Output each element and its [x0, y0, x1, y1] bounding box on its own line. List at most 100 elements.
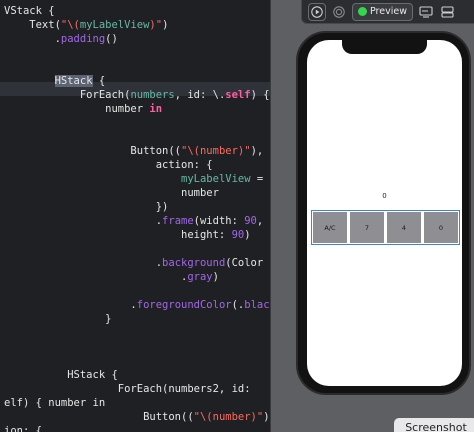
code-token: ) — [212, 271, 219, 283]
code-token: )" — [149, 19, 163, 31]
code-line[interactable]: .frame(width: 90, — [4, 214, 264, 228]
target-icon — [333, 5, 345, 18]
live-preview-button[interactable] — [308, 2, 326, 21]
device-notch — [342, 40, 427, 54]
code-token: () — [105, 33, 118, 45]
iphone-frame: 0 A/C 7 4 0 — [296, 31, 471, 395]
code-token: Text( — [4, 19, 61, 31]
code-line[interactable]: ForEach(numbers2, id: — [4, 382, 251, 396]
code-token: ) { — [250, 89, 270, 101]
code-token: Button(( — [4, 411, 194, 423]
code-token: . — [4, 271, 188, 283]
code-token: "\(number)" — [193, 411, 264, 423]
code-token: (Color — [225, 257, 264, 269]
code-token: background — [162, 257, 226, 269]
code-line[interactable]: elf) { number in — [4, 396, 105, 410]
code-line[interactable]: Button(("\(number)"), — [4, 144, 263, 158]
code-token: elf) { number in — [4, 397, 106, 409]
code-line[interactable]: .background(Color — [4, 256, 264, 270]
code-token: Button(( — [4, 145, 182, 157]
code-line[interactable]: HStack { — [4, 74, 105, 88]
duplicate-icon — [441, 5, 455, 18]
code-token: myLabelView — [181, 173, 251, 185]
code-line[interactable]: myLabelView = — [4, 172, 263, 186]
play-icon — [311, 5, 323, 18]
code-token: padding — [60, 33, 106, 45]
code-token: VStack { — [4, 5, 55, 17]
code-line[interactable]: .padding() — [4, 32, 118, 46]
code-token: gray — [187, 271, 213, 283]
display-settings-icon — [419, 5, 433, 18]
code-token: { — [92, 75, 106, 87]
number-button-4[interactable]: 4 — [387, 212, 421, 243]
code-line[interactable]: height: 90) — [4, 228, 251, 242]
code-token: HStack { — [4, 369, 118, 381]
code-token: numbers — [130, 89, 175, 101]
code-token: . — [4, 33, 61, 45]
code-token: 90 — [244, 215, 257, 227]
code-token: frame — [162, 215, 194, 227]
code-line[interactable]: number in — [4, 102, 162, 116]
code-line[interactable]: .gray) — [4, 270, 219, 284]
code-token: action: { — [4, 159, 213, 171]
preview-toolbar: Preview — [301, 0, 474, 24]
code-editor[interactable]: VStack { Text("\(myLabelView)") .padding… — [0, 0, 270, 432]
number-button-0[interactable]: 0 — [424, 212, 458, 243]
code-token: H — [54, 75, 61, 87]
preview-toggle-label: Preview — [370, 6, 407, 17]
code-line[interactable]: VStack { — [4, 4, 55, 18]
code-token: height: — [4, 229, 232, 241]
code-line[interactable]: number — [4, 186, 219, 200]
device-settings-button[interactable] — [417, 3, 435, 21]
code-line[interactable]: ForEach(numbers, id: \.self) { — [4, 88, 270, 102]
code-line[interactable]: action: { — [4, 158, 213, 172]
code-line[interactable]: HStack { — [4, 368, 118, 382]
code-line[interactable]: ion: { — [4, 424, 42, 432]
code-token: "\( — [60, 19, 80, 31]
code-line[interactable]: } — [4, 312, 111, 326]
my-label-view: 0 — [382, 192, 387, 200]
code-line[interactable]: }) — [4, 200, 169, 214]
code-token: . — [4, 215, 163, 227]
code-token: , — [256, 215, 264, 227]
code-token: ) — [162, 19, 169, 31]
code-token: in — [149, 103, 163, 115]
code-token: }) — [4, 201, 169, 213]
hstack-selection[interactable]: A/C 7 4 0 — [311, 210, 460, 245]
code-line[interactable]: Button(("\(number)"), — [4, 410, 270, 424]
number-button-7[interactable]: 7 — [350, 212, 384, 243]
selectable-mode-button[interactable] — [330, 3, 348, 21]
code-token: number — [4, 187, 219, 199]
code-token: . — [4, 299, 137, 311]
code-token: ion: { — [4, 425, 42, 432]
code-token: ), — [250, 145, 264, 157]
code-line[interactable]: .foregroundColor(.black) — [4, 298, 270, 312]
code-token: number — [4, 103, 150, 115]
screenshot-button[interactable]: Screenshot — [394, 418, 474, 432]
code-token: ForEach(numbers2, id: — [4, 383, 251, 395]
code-token: 90 — [231, 229, 245, 241]
code-token: (width: — [193, 215, 245, 227]
code-token: ), — [263, 411, 270, 423]
code-token: self — [225, 89, 251, 101]
code-token: . — [4, 257, 163, 269]
duplicate-preview-button[interactable] — [439, 3, 457, 21]
code-line[interactable]: Text("\(myLabelView)") — [4, 18, 168, 32]
number-button-ac[interactable]: A/C — [313, 212, 347, 243]
code-token: Stack — [60, 75, 93, 87]
code-token: ) — [244, 229, 251, 241]
live-status-icon — [358, 7, 367, 16]
code-token: = — [250, 173, 264, 185]
code-token: } — [4, 313, 112, 325]
code-token: , id: \. — [174, 89, 226, 101]
preview-toggle[interactable]: Preview — [352, 2, 413, 21]
code-token: black — [244, 299, 270, 311]
code-token: ForEach( — [4, 89, 131, 101]
code-token: myLabelView — [79, 19, 150, 31]
code-token: (. — [231, 299, 245, 311]
device-screen: 0 A/C 7 4 0 — [307, 40, 462, 386]
code-token: "\(number)" — [181, 145, 251, 157]
code-token: foregroundColor — [136, 299, 232, 311]
